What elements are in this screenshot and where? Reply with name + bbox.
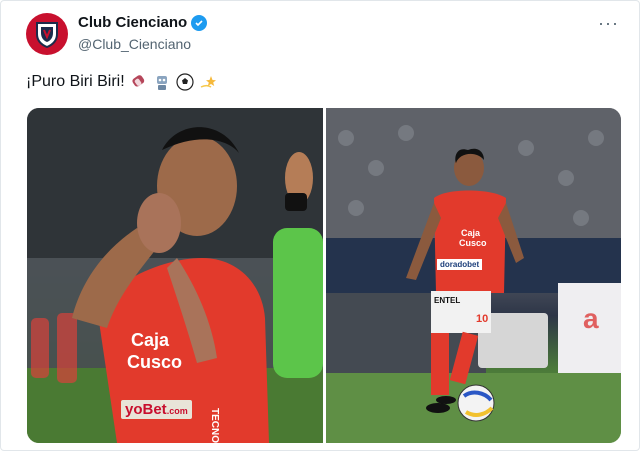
popsicle-icon: [132, 75, 144, 87]
photo-1-illustration: [27, 108, 323, 443]
jersey-sponsor-yobet: yoBet.com: [121, 400, 192, 419]
account-avatar[interactable]: [26, 13, 68, 55]
yobet-domain: .com: [166, 406, 188, 416]
jersey-sponsor-caja-2: Caja: [461, 228, 481, 238]
jersey-sponsor-caja: Caja: [131, 330, 170, 350]
jersey-sponsor-cusco-2: Cusco: [459, 238, 487, 248]
robot-icon: [156, 76, 167, 90]
account-handle[interactable]: @Club_Cienciano: [78, 36, 191, 52]
account-name[interactable]: Club Cienciano: [78, 14, 187, 31]
jersey-side-tecno: TECNO: [209, 408, 220, 443]
more-options-icon[interactable]: ···: [598, 13, 619, 34]
yobet-text: yoBet: [125, 401, 167, 418]
billboard-letter: a: [583, 303, 599, 334]
shorts-number: 10: [476, 313, 489, 325]
tweet-text: ¡Puro Biri Biri!: [26, 73, 125, 90]
club-crest-icon: [36, 22, 58, 48]
dizzy-star-icon: [200, 76, 216, 88]
jersey-sponsor-doradobet: doradobet: [437, 259, 483, 270]
photo-player-dribbling[interactable]: Caja Cusco doradobet ENTEL 10 a: [326, 108, 621, 443]
photo-2-illustration: [326, 108, 621, 443]
soccer-ball-icon: [176, 73, 194, 91]
account-name-row[interactable]: Club Cienciano: [78, 14, 208, 31]
tweet-card[interactable]: Club Cienciano @Club_Cienciano ··· ¡Puro…: [0, 0, 640, 451]
photo-player-celebration[interactable]: Caja Cusco yoBet.com TECNO: [27, 108, 323, 443]
jersey-sponsor-cusco: Cusco: [127, 352, 183, 372]
media-grid[interactable]: Caja Cusco yoBet.com TECNO Caja Cusco do…: [27, 108, 621, 443]
tweet-text-row: ¡Puro Biri Biri!: [26, 73, 217, 91]
shorts-brand-entel: ENTEL: [434, 296, 461, 305]
verified-badge-icon: [191, 14, 208, 31]
